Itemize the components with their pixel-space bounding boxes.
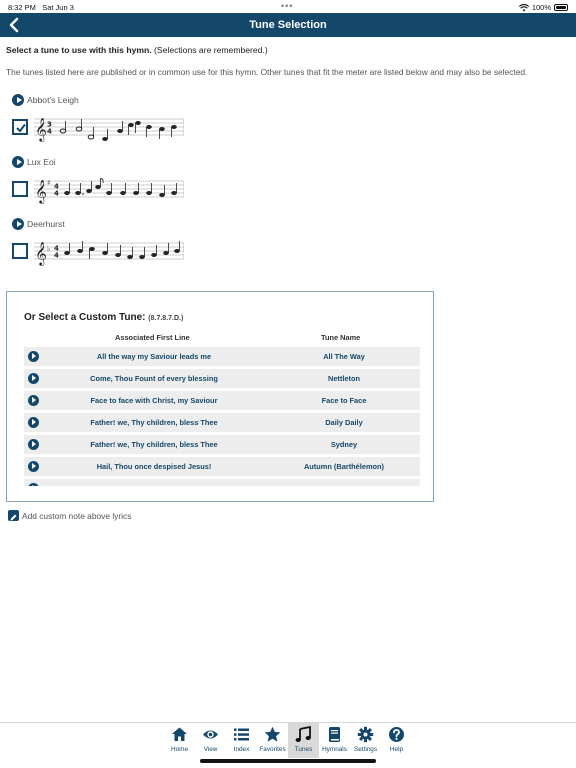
column-header-tune-name: Tune Name [321,333,361,342]
tune-checkbox[interactable] [12,181,28,197]
play-icon[interactable] [28,394,39,406]
tune-checkbox[interactable] [12,243,28,259]
status-time-date: 8:32 PM Sat Jun 3 [8,3,74,12]
add-custom-note-link[interactable]: Add custom note above lyrics [8,510,131,521]
tune-name: Deerhurst [27,219,65,229]
table-row[interactable]: All the way my Saviour leads me All The W… [24,347,420,366]
list-icon [234,728,249,741]
tune-option: Deerhurst 𝄞 ♭ 4 4 [12,217,184,266]
instructions: Select a tune to use with this hymn. (Se… [6,45,268,55]
edit-pencil-icon [8,510,19,521]
battery-icon [554,4,568,11]
music-staff-preview: 𝄞 ♭ 4 4 [34,241,184,266]
custom-tune-list[interactable]: All the way my Saviour leads me All The W… [24,347,420,486]
star-icon [264,726,281,742]
svg-text:♯: ♯ [47,179,50,187]
play-icon[interactable] [28,460,39,472]
add-note-label: Add custom note above lyrics [22,510,132,521]
play-icon[interactable] [12,94,24,106]
svg-text:𝄞: 𝄞 [35,241,47,266]
table-row[interactable]: Come, Thou Fount of every blessing Nettle… [24,369,420,388]
eye-icon [203,730,218,739]
music-staff-preview: 𝄞 3 4 [34,117,184,142]
table-row[interactable]: Face to face with Christ, my Saviour Face… [24,391,420,410]
wifi-icon [518,3,529,11]
home-indicator[interactable] [200,759,376,763]
table-row[interactable] [24,479,420,486]
svg-text:𝄞: 𝄞 [35,117,47,142]
status-right: 100% [518,3,568,12]
column-header-first-line: Associated First Line [115,333,190,342]
custom-tune-title: Or Select a Custom Tune: (8.7.8.7.D.) [24,312,184,323]
gear-icon [357,726,374,743]
home-icon [172,727,187,741]
page-title: Tune Selection [249,19,327,31]
multitask-dots-icon[interactable]: ••• [281,1,293,11]
play-icon[interactable] [12,156,24,168]
play-icon[interactable] [28,438,39,450]
svg-text:4: 4 [54,252,59,260]
status-bar: 8:32 PM Sat Jun 3 ••• 100% [0,0,576,13]
play-icon[interactable] [12,218,24,230]
music-staff-preview: 𝄞 ♯ 4 4 [34,177,184,204]
custom-tune-panel: Or Select a Custom Tune: (8.7.8.7.D.) As… [6,291,434,502]
table-row[interactable]: Father! we, Thy children, bless Thee Sydn… [24,435,420,454]
description: The tunes listed here are published or i… [6,67,528,77]
meter-label: (8.7.8.7.D.) [148,315,184,322]
svg-text:♭: ♭ [47,245,50,253]
svg-text:4: 4 [54,190,59,198]
tune-name: Abbot's Leigh [27,95,79,105]
tab-help[interactable]: Help [381,723,412,758]
book-icon [329,727,340,742]
play-icon[interactable] [28,372,39,384]
checkmark-icon [16,123,26,133]
play-icon[interactable] [28,416,39,428]
tune-option: Lux Eoi 𝄞 ♯ 4 4 [12,155,184,204]
play-icon[interactable] [28,350,39,362]
music-note-icon [295,726,311,742]
svg-text:4: 4 [47,128,52,136]
tune-option: Abbot's Leigh 𝄞 3 4 [12,93,184,142]
tune-checkbox[interactable] [12,119,28,135]
navigation-bar: Tune Selection [0,13,576,37]
tune-name: Lux Eoi [27,157,56,167]
play-icon[interactable] [28,482,39,486]
help-icon [389,727,404,742]
svg-text:𝄞: 𝄞 [35,179,47,204]
battery-percent: 100% [531,3,551,12]
table-row[interactable]: Hail, Thou once despised Jesus! Autumn (B… [24,457,420,476]
table-row[interactable]: Father! we, Thy children, bless Thee Dail… [24,413,420,432]
